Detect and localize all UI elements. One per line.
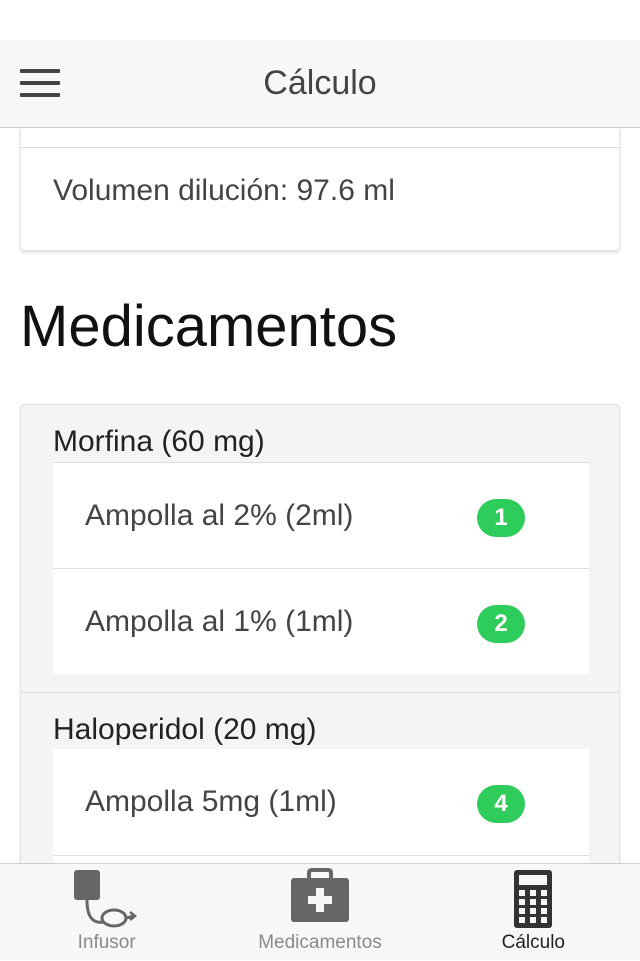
group-divider — [21, 692, 619, 693]
list-item[interactable] — [53, 855, 589, 863]
calculator-icon — [514, 870, 553, 928]
tab-label: Cálculo — [501, 932, 565, 953]
volume-dilution-text: Volumen dilución: 97.6 ml — [53, 174, 395, 207]
list-item[interactable]: Ampolla al 2% (2ml) 1 — [53, 462, 589, 568]
list-item-label: Ampolla 5mg (1ml) — [85, 785, 337, 818]
tab-medicamentos[interactable]: Medicamentos — [213, 864, 426, 961]
count-badge: 4 — [477, 785, 525, 823]
divider — [21, 147, 619, 148]
tab-label: Infusor — [77, 932, 136, 953]
medications-list: Morfina (60 mg) Ampolla al 2% (2ml) 1 Am… — [20, 404, 620, 863]
medication-group-title: Morfina (60 mg) — [53, 425, 265, 458]
tab-infusor[interactable]: Infusor — [0, 864, 213, 961]
section-title: Medicamentos — [20, 294, 398, 359]
menu-icon[interactable] — [20, 67, 60, 99]
list-item[interactable]: Ampolla 5mg (1ml) 4 — [53, 749, 589, 855]
list-item-label: Ampolla al 2% (2ml) — [85, 499, 354, 532]
count-badge: 1 — [477, 499, 525, 537]
scroll-content[interactable]: Volumen dilución: 97.6 ml Medicamentos M… — [0, 129, 640, 863]
navigation-bar: Cálculo — [0, 40, 640, 128]
count-badge: 2 — [477, 605, 525, 643]
medkit-icon — [290, 868, 349, 922]
status-bar — [0, 0, 640, 40]
list-item[interactable]: Ampolla al 1% (1ml) 2 — [53, 568, 589, 674]
tab-bar: Infusor Medicamentos Cálculo — [0, 863, 640, 960]
summary-card: Volumen dilución: 97.6 ml — [20, 129, 620, 251]
list-item-label: Ampolla al 1% (1ml) — [85, 605, 354, 638]
page-title: Cálculo — [263, 64, 377, 102]
tab-label: Medicamentos — [258, 932, 382, 953]
medication-group-title: Haloperidol (20 mg) — [53, 713, 317, 746]
tab-calculo[interactable]: Cálculo — [427, 864, 640, 961]
infusor-icon — [73, 870, 137, 928]
